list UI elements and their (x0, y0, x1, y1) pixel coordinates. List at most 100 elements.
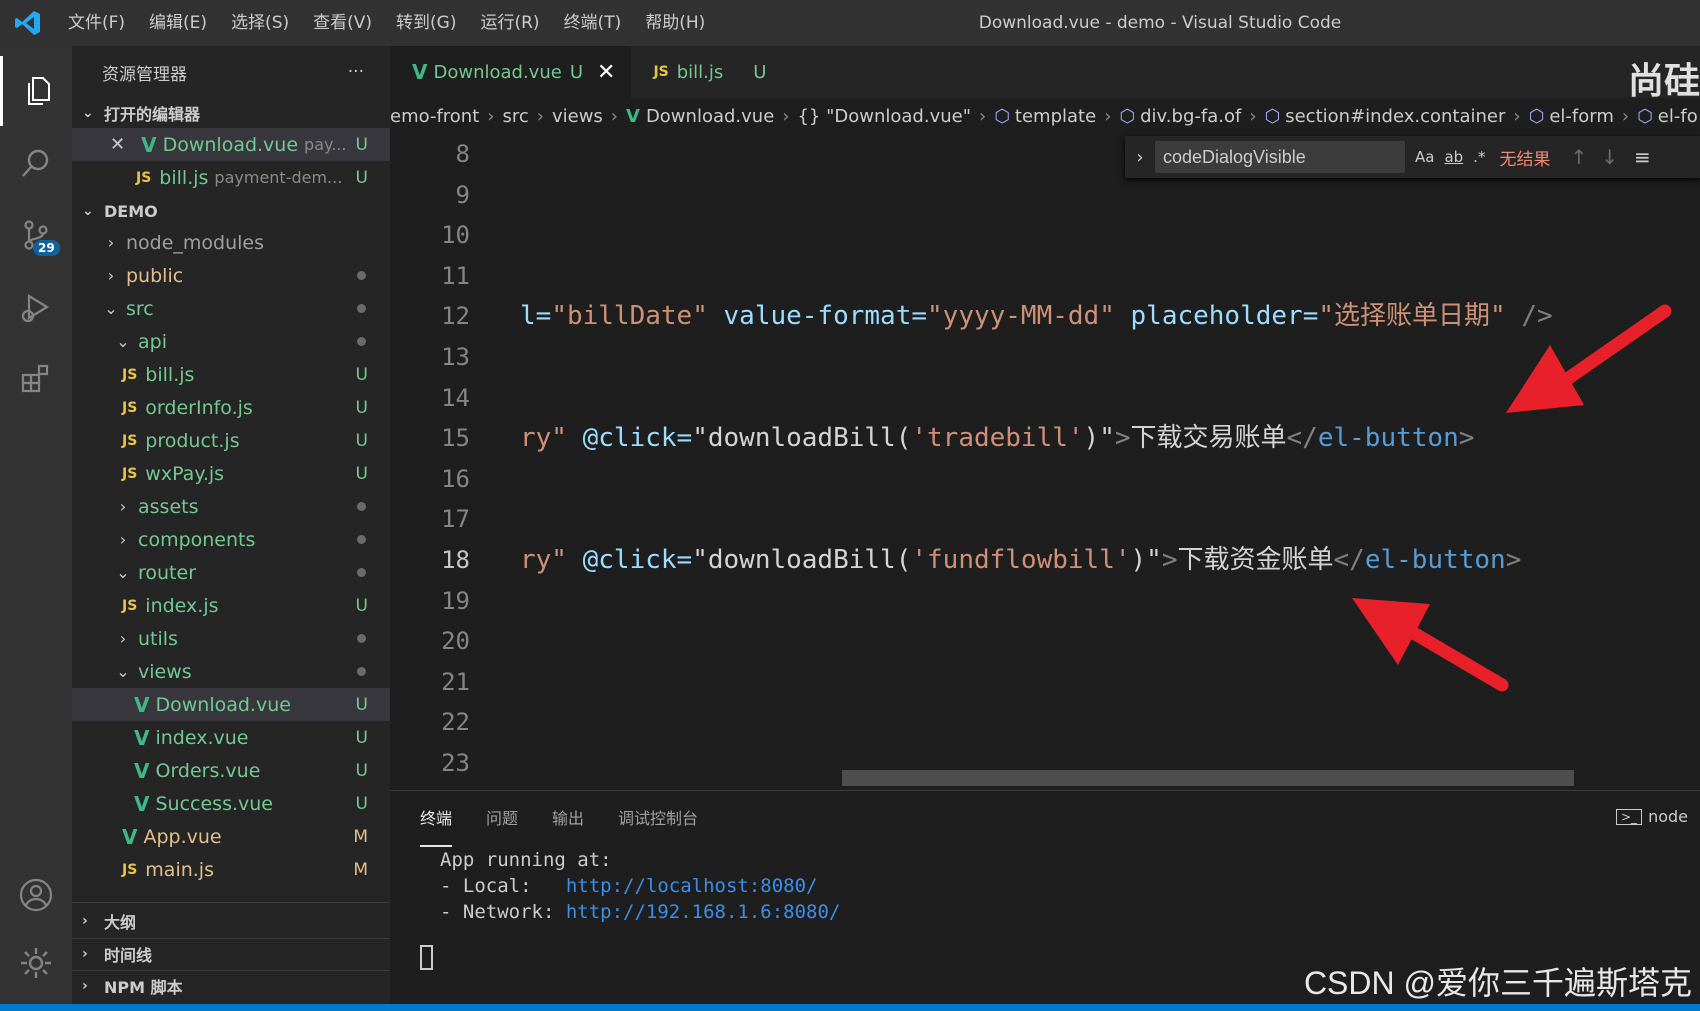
code-lines: l="billDate" value-format="yyyy-MM-dd" p… (520, 134, 1553, 581)
tab-terminal[interactable]: 终端 (420, 791, 453, 847)
tree-item-folder[interactable]: › node_modules (72, 226, 390, 259)
js-file-icon: JS (122, 597, 138, 614)
line-number: 17 (441, 505, 470, 534)
tree-item-folder[interactable]: › utils (72, 622, 390, 655)
regex-toggle[interactable]: .* (1473, 148, 1485, 166)
tab-problems[interactable]: 问题 (486, 791, 518, 847)
tree-item-file[interactable]: V App.vue M (72, 820, 390, 853)
js-file-icon: JS (122, 432, 138, 449)
menu-help[interactable]: 帮助(H) (633, 0, 717, 46)
line-number: 23 (441, 748, 470, 777)
find-widget: › Aa ab .* 无结果 ↑ ↓ ≡ (1125, 136, 1700, 178)
vue-file-icon: V (134, 692, 150, 717)
tab-download-vue[interactable]: V Download.vue U ✕ (390, 46, 632, 98)
vue-file-icon: V (134, 758, 150, 783)
tree-item-file[interactable]: V index.vue U (72, 721, 390, 754)
js-file-icon: JS (136, 169, 152, 186)
chevron-right-icon: › (107, 233, 115, 252)
breadcrumb-item[interactable]: div.bg-fa.of (1140, 106, 1241, 127)
tree-item-folder[interactable]: › public (72, 259, 390, 292)
tab-git-status: U (753, 61, 767, 83)
menu-bar: 文件(F) 编辑(E) 选择(S) 查看(V) 转到(G) 运行(R) 终端(T… (56, 0, 717, 46)
open-editor-item[interactable]: ✕ V Download.vue pay... U (72, 128, 390, 161)
open-editor-path: pay... (304, 135, 347, 154)
tree-item-folder[interactable]: ⌄ src (72, 292, 390, 325)
timeline-label: 时间线 (104, 945, 153, 965)
menu-selection[interactable]: 选择(S) (219, 0, 301, 46)
horizontal-scrollbar[interactable] (842, 770, 1574, 786)
tree-item-folder[interactable]: ⌄ router (72, 556, 390, 589)
menu-file[interactable]: 文件(F) (56, 0, 137, 46)
toggle-replace-chevron-icon[interactable]: › (1125, 147, 1155, 168)
terminal-line: - Local: http://localhost:8080/ (440, 875, 818, 897)
previous-match-icon[interactable]: ↑ (1570, 145, 1587, 169)
local-url-link[interactable]: http://localhost:8080/ (566, 875, 818, 897)
menu-edit[interactable]: 编辑(E) (137, 0, 219, 46)
menu-go[interactable]: 转到(G) (384, 0, 468, 46)
tab-git-status: U (569, 61, 584, 83)
search-icon[interactable] (0, 128, 72, 198)
tree-item-file[interactable]: JS index.js U (72, 589, 390, 622)
timeline-header[interactable]: › 时间线 (72, 938, 390, 968)
next-match-icon[interactable]: ↓ (1601, 145, 1618, 169)
breadcrumb-item[interactable]: views (552, 106, 603, 127)
tab-label: bill.js (676, 61, 724, 83)
project-header[interactable]: ⌄ DEMO (72, 196, 390, 226)
find-in-selection-icon[interactable]: ≡ (1634, 145, 1651, 169)
settings-gear-icon[interactable] (0, 928, 72, 998)
tab-debug-console[interactable]: 调试控制台 (618, 791, 698, 847)
match-case-toggle[interactable]: Aa (1415, 148, 1434, 166)
network-url-link[interactable]: http://192.168.1.6:8080/ (566, 901, 841, 923)
menu-run[interactable]: 运行(R) (468, 0, 551, 46)
tree-item-file[interactable]: JS orderInfo.js U (72, 391, 390, 424)
more-actions-icon[interactable]: ··· (348, 62, 364, 82)
line-number: 10 (441, 221, 470, 250)
npm-scripts-header[interactable]: › NPM 脚本 (72, 970, 390, 1000)
tab-bill-js[interactable]: JS bill.js U (631, 46, 782, 98)
tree-item-folder[interactable]: ⌄ api (72, 325, 390, 358)
tab-close-icon[interactable]: ✕ (597, 60, 615, 85)
tree-item-file[interactable]: V Download.vue U (72, 688, 390, 721)
files-icon[interactable] (0, 56, 72, 126)
tree-item-folder[interactable]: › components (72, 523, 390, 556)
menu-view[interactable]: 查看(V) (301, 0, 384, 46)
run-debug-icon[interactable] (0, 272, 72, 342)
terminal-selector[interactable]: >_ node (1616, 807, 1688, 826)
tree-item-file[interactable]: JS main.js M (72, 853, 390, 886)
tree-item-folder[interactable]: ⌄ views (72, 655, 390, 688)
tree-label: index.vue (155, 726, 249, 749)
tree-item-folder[interactable]: › assets (72, 490, 390, 523)
code-line-12: l="billDate" value-format="yyyy-MM-dd" p… (520, 301, 1553, 332)
open-editors-header[interactable]: ⌄ 打开的编辑器 (72, 98, 390, 128)
source-control-icon[interactable]: 29 (0, 200, 72, 270)
breadcrumb-item[interactable]: el-form (1549, 106, 1614, 127)
tree-item-file[interactable]: V Success.vue U (72, 787, 390, 820)
breadcrumb-item[interactable]: section#index.container (1285, 106, 1505, 127)
extensions-icon[interactable] (0, 344, 72, 414)
menu-terminal[interactable]: 终端(T) (552, 0, 634, 46)
account-icon[interactable] (0, 860, 72, 930)
tree-item-file[interactable]: JS wxPay.js U (72, 457, 390, 490)
close-icon[interactable]: ✕ (110, 134, 125, 155)
chevron-down-icon: ⌄ (116, 662, 130, 681)
tab-output[interactable]: 输出 (552, 791, 584, 847)
find-input[interactable] (1155, 141, 1405, 173)
js-file-icon: JS (122, 465, 138, 482)
breadcrumb-item[interactable]: emo-front (390, 106, 479, 127)
npm-scripts-label: NPM 脚本 (104, 977, 183, 997)
tree-item-file[interactable]: JS product.js U (72, 424, 390, 457)
tree-item-file[interactable]: V Orders.vue U (72, 754, 390, 787)
tree-item-file[interactable]: JS bill.js U (72, 358, 390, 391)
code-editor[interactable]: 8 9 10 11 12 13 14 15 16 17 18 19 20 21 … (390, 134, 1700, 788)
breadcrumb-item[interactable]: Download.vue (646, 106, 774, 127)
outline-header[interactable]: › 大纲 (72, 906, 390, 936)
breadcrumb-item[interactable]: {} "Download.vue" (797, 106, 971, 127)
terminal-output[interactable]: App running at: - Local: http://localhos… (390, 847, 1700, 925)
match-word-toggle[interactable]: ab (1444, 148, 1463, 166)
breadcrumb-item[interactable]: src (502, 106, 528, 127)
breadcrumb-item[interactable]: el-fo (1658, 106, 1698, 127)
open-editor-item[interactable]: JS bill.js payment-dem... U (72, 161, 390, 194)
breadcrumb-item[interactable]: template (1015, 106, 1096, 127)
git-status: U (355, 397, 368, 418)
